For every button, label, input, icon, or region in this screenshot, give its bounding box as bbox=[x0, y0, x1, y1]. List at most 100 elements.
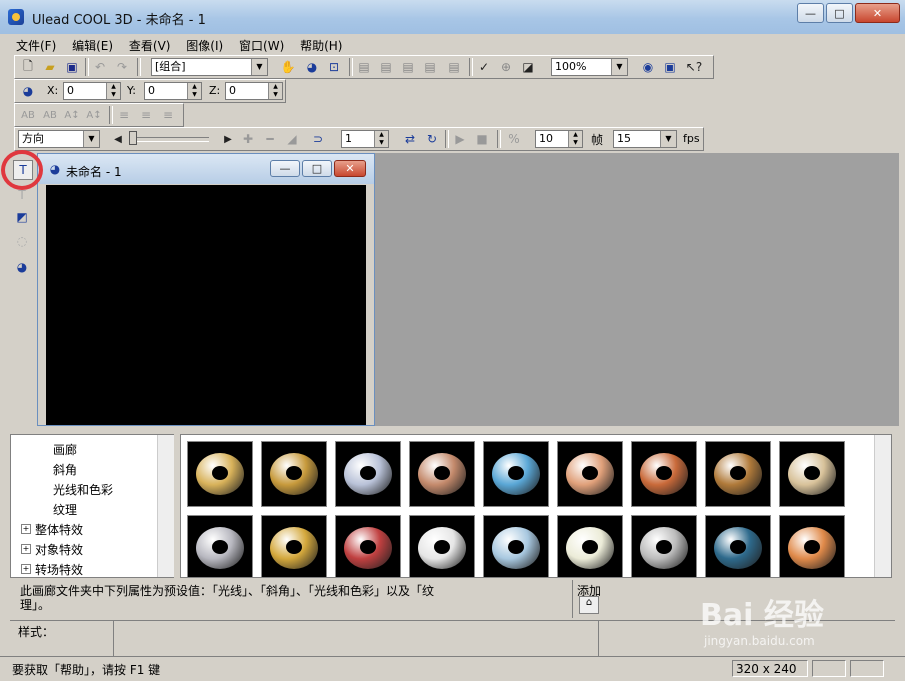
align-icon-2[interactable]: ▤ bbox=[377, 58, 395, 76]
reverse-icon[interactable]: ⇄ bbox=[401, 130, 419, 148]
align-left-icon[interactable]: ≡ bbox=[115, 106, 133, 124]
close-button[interactable]: ✕ bbox=[855, 3, 900, 23]
gallery-thumbnail[interactable] bbox=[409, 515, 475, 577]
doc-close-button[interactable]: ✕ bbox=[334, 160, 366, 177]
stop-icon[interactable]: ■ bbox=[473, 130, 491, 148]
spin-arrows-icon[interactable]: ▲ ▼ bbox=[568, 131, 582, 147]
gallery-thumbnail[interactable] bbox=[779, 515, 845, 577]
gallery-thumbnail[interactable] bbox=[557, 515, 623, 577]
gallery-thumbnail[interactable] bbox=[187, 441, 253, 507]
tree-item-object-fx[interactable]: 对象特效 bbox=[35, 541, 83, 558]
text-spacing-icon-2[interactable]: A↕ bbox=[85, 106, 103, 124]
zoom-combo[interactable]: 100% ▼ bbox=[551, 58, 628, 76]
gallery-thumbnail[interactable] bbox=[335, 515, 401, 577]
expand-icon[interactable]: + bbox=[21, 544, 31, 554]
add-frame-icon[interactable]: ✚ bbox=[239, 130, 257, 148]
align-right-icon[interactable]: ≡ bbox=[159, 106, 177, 124]
align-icon-5[interactable]: ▤ bbox=[445, 58, 463, 76]
add-icon[interactable]: ⌂ bbox=[579, 596, 599, 614]
align-icon-3[interactable]: ▤ bbox=[399, 58, 417, 76]
gallery-thumbnail[interactable] bbox=[705, 515, 771, 577]
document-title-bar[interactable]: ◕ 未命名 - 1 — □ ✕ bbox=[38, 154, 374, 184]
spin-arrows-icon[interactable]: ▲ ▼ bbox=[268, 83, 282, 99]
save-icon[interactable]: ▣ bbox=[63, 58, 81, 76]
tree-item-transition-fx[interactable]: 转场特效 bbox=[35, 561, 83, 578]
align-center-icon[interactable]: ≡ bbox=[137, 106, 155, 124]
align-icon-4[interactable]: ▤ bbox=[421, 58, 439, 76]
remove-frame-icon[interactable]: ━ bbox=[261, 130, 279, 148]
gallery-thumbnail[interactable] bbox=[483, 515, 549, 577]
y-input[interactable]: 0 ▲ ▼ bbox=[144, 82, 202, 100]
spin-arrows-icon[interactable]: ▲ ▼ bbox=[187, 83, 201, 99]
tree-item-gallery[interactable]: 画廊 bbox=[53, 441, 77, 458]
menu-window[interactable]: 窗口(W) bbox=[233, 34, 290, 54]
gallery-thumbnail[interactable] bbox=[631, 441, 697, 507]
new-file-icon[interactable]: 🗋 bbox=[19, 58, 37, 76]
check-icon[interactable]: ✓ bbox=[475, 58, 493, 76]
x-input[interactable]: 0 ▲ ▼ bbox=[63, 82, 121, 100]
expand-icon[interactable]: + bbox=[21, 524, 31, 534]
doc-minimize-button[interactable]: — bbox=[270, 160, 300, 177]
menu-help[interactable]: 帮助(H) bbox=[294, 34, 348, 54]
minimize-button[interactable]: — bbox=[797, 3, 824, 23]
frames-total-input[interactable]: 10 ▲ ▼ bbox=[535, 130, 583, 148]
gallery-thumbnail[interactable] bbox=[779, 441, 845, 507]
tree-item-texture[interactable]: 纹理 bbox=[53, 501, 77, 518]
menu-file[interactable]: 文件(F) bbox=[10, 34, 62, 54]
last-frame-icon[interactable]: ▶ bbox=[219, 130, 237, 148]
text-style-icon[interactable]: AB bbox=[19, 106, 37, 124]
help-pointer-icon[interactable]: ↖? bbox=[685, 58, 703, 76]
render-icon[interactable]: ◉ bbox=[639, 58, 657, 76]
document-window[interactable]: ◕ 未命名 - 1 — □ ✕ bbox=[37, 153, 375, 426]
tree-item-light-color[interactable]: 光线和色彩 bbox=[53, 481, 113, 498]
chevron-down-icon[interactable]: ▼ bbox=[611, 59, 627, 75]
redo-icon[interactable]: ↷ bbox=[113, 58, 131, 76]
spin-arrows-icon[interactable]: ▲ ▼ bbox=[374, 131, 388, 147]
play-icon[interactable]: ▶ bbox=[451, 130, 469, 148]
edit-graphic-icon[interactable]: ◌ bbox=[13, 232, 31, 250]
gallery-thumbnail[interactable] bbox=[705, 441, 771, 507]
position-icon[interactable]: ◕ bbox=[19, 82, 37, 100]
maximize-button[interactable]: □ bbox=[826, 3, 853, 23]
object-combo[interactable]: [组合] ▼ bbox=[151, 58, 268, 76]
add-to-gallery[interactable]: 添加 ⌂ bbox=[572, 580, 613, 618]
timeline-slider[interactable] bbox=[129, 137, 209, 142]
text-spacing-icon[interactable]: A↕ bbox=[63, 106, 81, 124]
select-object-icon[interactable]: ⊡ bbox=[325, 58, 343, 76]
insert-graphic-icon[interactable]: ◩ bbox=[13, 208, 31, 226]
timeline-thumb[interactable] bbox=[129, 131, 137, 145]
preview-icon[interactable]: ▣ bbox=[661, 58, 679, 76]
gallery-thumbnail[interactable] bbox=[631, 515, 697, 577]
first-frame-icon[interactable]: ◀ bbox=[109, 130, 127, 148]
gallery-thumbnail[interactable] bbox=[261, 515, 327, 577]
align-icon[interactable]: ▤ bbox=[355, 58, 373, 76]
direction-combo[interactable]: 方向 ▼ bbox=[18, 130, 100, 148]
gallery-thumbnail[interactable] bbox=[261, 441, 327, 507]
chevron-down-icon[interactable]: ▼ bbox=[660, 131, 676, 147]
tree-scrollbar[interactable] bbox=[157, 435, 174, 577]
gallery-thumbnail[interactable] bbox=[409, 441, 475, 507]
gallery-thumbnail[interactable] bbox=[335, 441, 401, 507]
app-icon[interactable] bbox=[8, 9, 24, 25]
frame-input[interactable]: 1 ▲ ▼ bbox=[341, 130, 389, 148]
undo-icon[interactable]: ↶ bbox=[91, 58, 109, 76]
chevron-down-icon[interactable]: ▼ bbox=[83, 131, 99, 147]
loop-icon[interactable]: ⊃ bbox=[309, 130, 327, 148]
gallery-thumbnail[interactable] bbox=[483, 441, 549, 507]
refresh-icon[interactable]: ↻ bbox=[423, 130, 441, 148]
hand-icon[interactable]: ✋ bbox=[279, 58, 297, 76]
gallery-thumbnail[interactable] bbox=[187, 515, 253, 577]
menu-view[interactable]: 查看(V) bbox=[123, 34, 177, 54]
chevron-down-icon[interactable]: ▼ bbox=[251, 59, 267, 75]
globe-icon[interactable]: ⊕ bbox=[497, 58, 515, 76]
tree-item-global-fx[interactable]: 整体特效 bbox=[35, 521, 83, 538]
tween-icon[interactable]: ◢ bbox=[283, 130, 301, 148]
doc-maximize-button[interactable]: □ bbox=[302, 160, 332, 177]
render-canvas[interactable] bbox=[46, 185, 366, 425]
title-bar[interactable]: Ulead COOL 3D - 未命名 - 1 — □ ✕ bbox=[0, 0, 905, 34]
menu-image[interactable]: 图像(I) bbox=[180, 34, 229, 54]
rotate-object-icon[interactable]: ◕ bbox=[303, 58, 321, 76]
percent-icon[interactable]: % bbox=[505, 130, 523, 148]
gallery-scrollbar[interactable] bbox=[874, 435, 891, 577]
chart-icon[interactable]: ◪ bbox=[519, 58, 537, 76]
